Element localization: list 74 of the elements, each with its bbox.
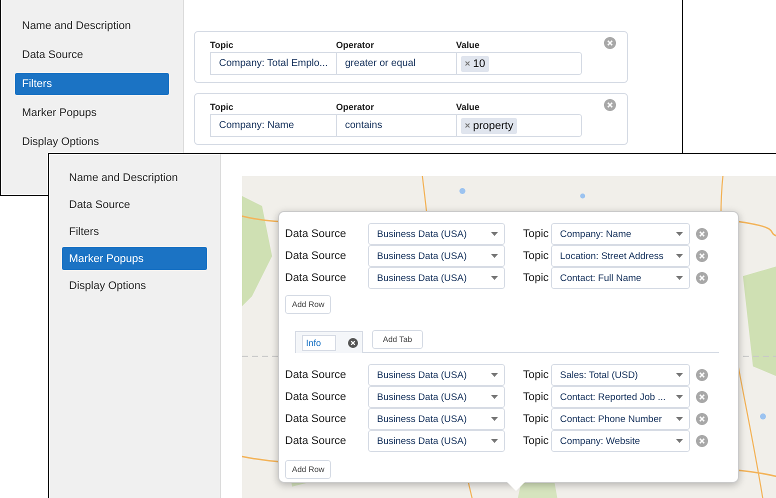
remove-icon[interactable] [465,61,470,66]
sidebar-item[interactable]: Name and Description [15,15,169,37]
add-row-button[interactable]: Add Row [285,295,332,314]
sidebar-item[interactable]: Marker Popups [15,102,169,124]
source-select[interactable]: Business Data (USA) [368,267,505,289]
topic-field[interactable]: Company: Total Emplo... [210,52,337,75]
topic-field[interactable]: Company: Name [210,114,337,137]
column-label: Operator [336,39,374,52]
field-label: Data Source [285,272,346,284]
source-select[interactable]: Business Data (USA) [368,364,505,386]
source-select[interactable]: Business Data (USA) [368,430,505,452]
topic-select[interactable]: Location: Street Address [551,245,690,267]
tab-name-field[interactable]: Info [302,334,336,350]
caret-icon [491,439,498,443]
column-label: Operator [336,101,374,114]
sidebar-item[interactable]: Data Source [15,44,169,66]
caret-icon [491,254,498,258]
topic-select[interactable]: Contact: Reported Job ... [551,386,690,408]
topic-select[interactable]: Contact: Full Name [551,267,690,289]
caret-icon [676,373,683,377]
caret-icon [491,232,498,236]
column-label: Topic [210,101,234,114]
sidebar-item[interactable]: Data Source [62,193,207,216]
add-tab-button[interactable]: Add Tab [372,330,423,349]
sidebar-item[interactable]: Display Options [15,131,169,153]
caret-icon [491,373,498,377]
sidebar-item[interactable]: Filters [15,73,169,95]
tag-text: property [473,120,514,132]
caret-icon [491,417,498,421]
topic-select[interactable]: Company: Name [551,223,690,245]
add-row-button[interactable]: Add Row [285,460,332,479]
field-label: Data Source [285,413,346,425]
sidebar-item[interactable]: Display Options [62,274,207,297]
field-label: Topic [523,435,549,447]
caret-icon [676,254,683,258]
field-label: Topic [523,272,549,284]
caret-icon [676,395,683,399]
field-label: Topic [523,391,549,403]
source-select[interactable]: Business Data (USA) [368,408,505,430]
caret-icon [491,276,498,280]
topic-select[interactable]: Sales: Total (USD) [551,364,690,386]
topic-select[interactable]: Company: Website [551,430,690,452]
field-label: Topic [523,413,549,425]
operator-field[interactable]: greater or equal [336,52,457,75]
caret-icon [676,417,683,421]
field-label: Data Source [285,435,346,447]
field-label: Topic [523,369,549,381]
source-select[interactable]: Business Data (USA) [368,223,505,245]
source-select[interactable]: Business Data (USA) [368,386,505,408]
sidebar-item[interactable]: Name and Description [62,166,207,189]
operator-field[interactable]: contains [336,114,457,137]
field-label: Data Source [285,369,346,381]
remove-icon[interactable] [465,123,470,128]
column-label: Topic [210,39,234,52]
value-field[interactable]: property [456,114,582,137]
field-label: Data Source [285,228,346,240]
column-label: Value [456,101,480,114]
caret-icon [491,395,498,399]
caret-icon [676,276,683,280]
field-label: Topic [523,250,549,262]
topic-select[interactable]: Contact: Phone Number [551,408,690,430]
tag-text: 10 [473,58,486,70]
field-label: Data Source [285,391,346,403]
source-select[interactable]: Business Data (USA) [368,245,505,267]
field-label: Data Source [285,250,346,262]
close-icon[interactable] [348,338,358,348]
column-label: Value [456,39,480,52]
field-label: Topic [523,228,549,240]
caret-icon [676,439,683,443]
sidebar-item[interactable]: Marker Popups [62,247,207,270]
popup-tab[interactable]: Info [295,331,363,353]
caret-icon [676,232,683,236]
value-field[interactable]: 10 [456,52,582,75]
sidebar-item[interactable]: Filters [62,220,207,243]
